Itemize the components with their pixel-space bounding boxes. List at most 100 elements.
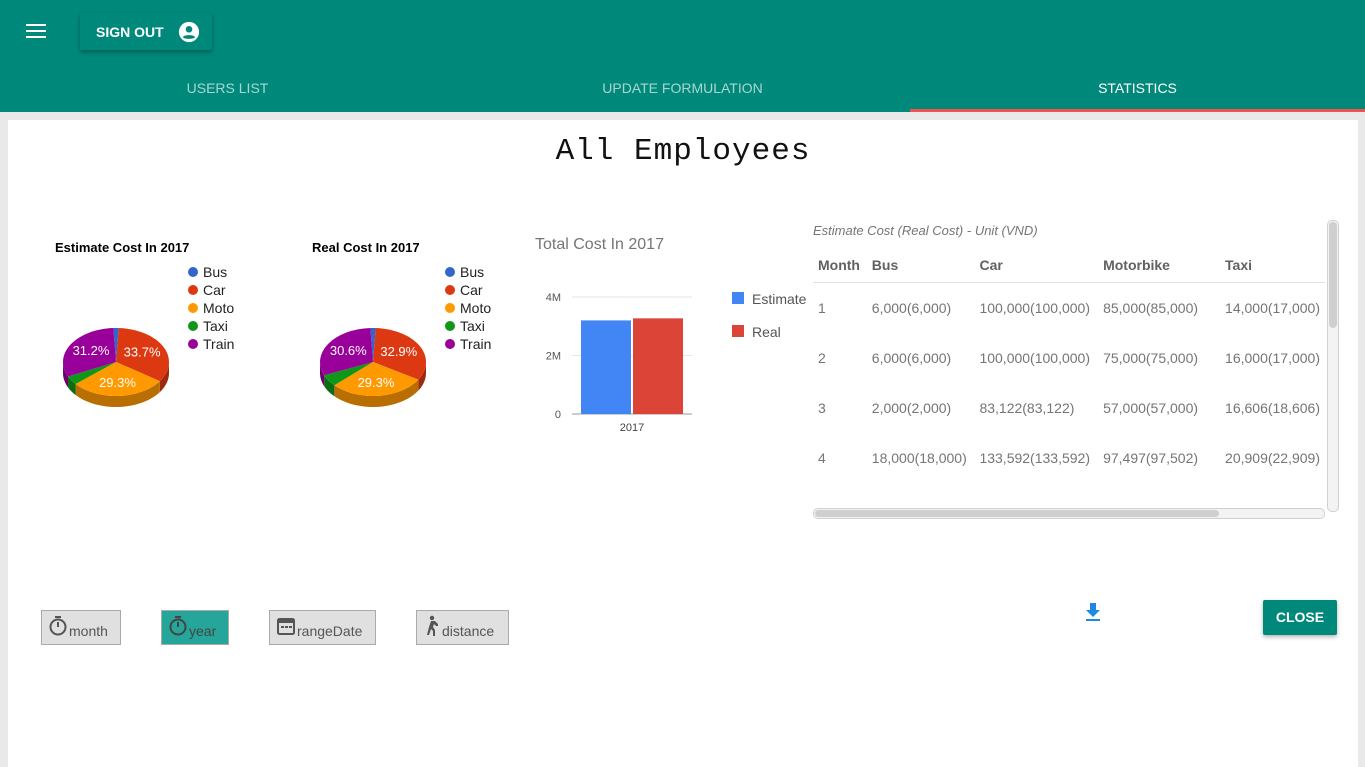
range-date-filter-label: rangeDate — [297, 623, 363, 639]
table-cell: 100,000(100,000) — [979, 350, 1090, 366]
legend-label: Train — [460, 336, 491, 352]
table-cell: 85,000(85,000) — [1103, 300, 1199, 316]
legend-label: Taxi — [203, 318, 228, 334]
legend-label: Estimate — [752, 291, 807, 307]
cost-table-panel: Estimate Cost (Real Cost) - Unit (VND) M… — [813, 220, 1339, 520]
x-tick-label: 2017 — [620, 422, 644, 434]
distance-filter-label: distance — [442, 623, 495, 639]
table-cell: 20,909(22,909) — [1225, 450, 1320, 466]
walk-icon — [427, 615, 438, 636]
bar-chart-title: Total Cost In 2017 — [535, 236, 664, 253]
legend-swatch — [445, 267, 455, 277]
column-header-taxi: Taxi — [1225, 257, 1253, 273]
table-cell: 14,000(17,000) — [1225, 300, 1320, 316]
legend-label: Moto — [460, 300, 491, 316]
year-filter-button[interactable]: year — [161, 610, 229, 645]
table-row: 3 2,000(2,000) 83,122(83,122) 57,000(57,… — [813, 383, 1325, 433]
table-cell: 1 — [818, 300, 826, 316]
calendar-icon — [277, 618, 295, 635]
sign-out-button[interactable]: SIGN OUT — [80, 13, 212, 50]
horizontal-scrollbar[interactable] — [813, 508, 1325, 519]
legend-swatch — [188, 339, 198, 349]
pie-slice-label: 29.3% — [99, 375, 136, 390]
table-caption: Estimate Cost (Real Cost) - Unit (VND) — [813, 223, 1038, 238]
vertical-scrollbar-thumb[interactable] — [1329, 222, 1337, 328]
menu-icon[interactable] — [22, 20, 50, 44]
table-row: 1 6,000(6,000) 100,000(100,000) 85,000(8… — [813, 283, 1325, 334]
table-cell: 16,000(17,000) — [1225, 350, 1320, 366]
table-cell: 2,000(2,000) — [871, 400, 952, 416]
legend-swatch — [188, 267, 198, 277]
sign-out-label: SIGN OUT — [96, 23, 164, 40]
account-circle-icon — [178, 21, 199, 42]
close-button[interactable]: CLOSE — [1263, 600, 1337, 635]
statistics-dialog: All Employees Estimate Cost In 2017 33.7%… — [8, 120, 1358, 767]
legend-label: Real — [752, 324, 781, 340]
legend-swatch — [188, 321, 198, 331]
legend-label: Car — [460, 282, 483, 298]
real-cost-pie-chart: Real Cost In 2017 32.9% 29.3% 30.6% Bus Car Mo… — [312, 240, 491, 407]
vertical-scrollbar[interactable] — [1327, 220, 1339, 512]
cost-table-viewport: Estimate Cost (Real Cost) - Unit (VND) M… — [813, 220, 1325, 520]
table-cell: 6,000(6,000) — [871, 350, 952, 366]
column-header-month: Month — [818, 257, 860, 273]
legend-label: Bus — [203, 264, 227, 280]
column-header-car: Car — [979, 257, 1003, 273]
table-header-row: Month Bus Car Motorbike Taxi — [813, 248, 1325, 283]
range-date-filter-button[interactable]: rangeDate — [269, 610, 376, 645]
table-row: 2 6,000(6,000) 100,000(100,000) 75,000(7… — [813, 333, 1325, 383]
y-tick-label: 4M — [546, 292, 561, 304]
table-cell: 3 — [818, 400, 826, 416]
tab-statistics[interactable]: STATISTICS — [910, 64, 1365, 112]
legend-swatch — [445, 303, 455, 313]
pie-chart-title: Estimate Cost In 2017 — [55, 240, 189, 255]
month-filter-button[interactable]: month — [41, 610, 121, 645]
horizontal-scrollbar-thumb[interactable] — [815, 510, 1219, 517]
legend-swatch — [732, 325, 744, 337]
year-filter-label: year — [189, 623, 217, 639]
table-cell: 4 — [818, 450, 826, 466]
table-row: 4 18,000(18,000) 133,592(133,592) 97,497… — [813, 433, 1325, 483]
pie-chart-title: Real Cost In 2017 — [312, 240, 420, 255]
legend-swatch — [732, 292, 744, 304]
month-filter-label: month — [69, 623, 108, 639]
legend-label: Taxi — [460, 318, 485, 334]
total-cost-bar-chart: Total Cost In 2017 0 2M 4M 2017 Estimate Real — [535, 236, 807, 434]
table-cell: 100,000(100,000) — [979, 300, 1090, 316]
legend-swatch — [445, 321, 455, 331]
tab-bar: USERS LIST UPDATE FORMULATION STATISTICS — [0, 64, 1365, 112]
timer-icon — [169, 616, 187, 636]
timer-icon — [49, 616, 67, 636]
table-cell: 2 — [818, 350, 826, 366]
pie-slice-label: 33.7% — [124, 345, 161, 360]
column-header-bus: Bus — [871, 257, 899, 273]
pie-slice-label: 30.6% — [330, 343, 367, 358]
legend-label: Bus — [460, 264, 484, 280]
legend-swatch — [188, 303, 198, 313]
legend-label: Train — [203, 336, 234, 352]
table-cell: 133,592(133,592) — [979, 450, 1090, 466]
distance-filter-button[interactable]: distance — [416, 610, 509, 645]
legend-swatch — [445, 339, 455, 349]
table-cell: 6,000(6,000) — [871, 300, 952, 316]
column-header-motorbike: Motorbike — [1103, 257, 1170, 273]
table-cell: 83,122(83,122) — [979, 400, 1075, 416]
cost-table: Month Bus Car Motorbike Taxi 1 6,000(6,0… — [813, 248, 1325, 483]
pie-slice-label: 31.2% — [73, 343, 110, 358]
tab-update-formulation[interactable]: UPDATE FORMULATION — [455, 64, 910, 112]
legend-swatch — [445, 285, 455, 295]
table-cell: 97,497(97,502) — [1103, 450, 1199, 466]
bar — [633, 318, 683, 414]
pie-slice-label: 29.3% — [358, 375, 395, 390]
download-icon[interactable] — [1084, 601, 1102, 623]
legend-label: Car — [203, 282, 226, 298]
tab-users-list[interactable]: USERS LIST — [0, 64, 455, 112]
table-cell: 18,000(18,000) — [871, 450, 967, 466]
y-tick-label: 2M — [546, 351, 561, 363]
app-bar: SIGN OUT USERS LIST UPDATE FORMULATION S… — [0, 0, 1365, 112]
page-title: All Employees — [555, 134, 811, 169]
estimate-cost-pie-chart: Estimate Cost In 2017 33.7% 29.3% 31.2% Bus C… — [55, 240, 234, 407]
legend-label: Moto — [203, 300, 234, 316]
bar — [581, 320, 631, 414]
table-cell: 57,000(57,000) — [1103, 400, 1199, 416]
